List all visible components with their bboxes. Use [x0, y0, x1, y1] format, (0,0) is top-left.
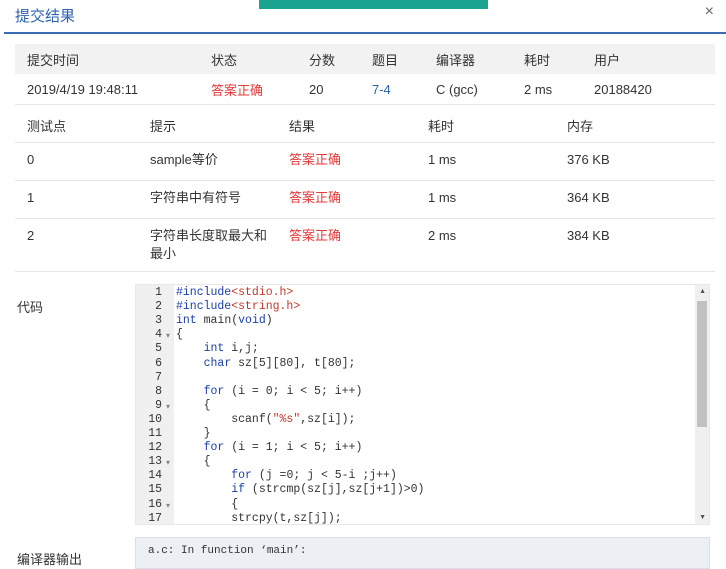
- testcase-hint: 字符串长度取最大和最小: [150, 218, 289, 272]
- line-number: 6: [155, 356, 162, 370]
- submit-time: 2019/4/19 19:48:11: [15, 74, 211, 105]
- summary-row: 2019/4/19 19:48:11 答案正确 20 7-4 C (gcc) 2…: [15, 74, 715, 105]
- testcase-id: 2: [15, 218, 150, 272]
- code-label: 代码: [17, 300, 44, 315]
- line-number: 8: [155, 384, 162, 398]
- compiler-output-box: a.c: In function ‘main’:: [135, 537, 710, 569]
- score-value: 20: [309, 74, 372, 105]
- close-icon[interactable]: ×: [705, 4, 714, 20]
- dialog-header: 提交结果 ×: [4, 0, 726, 34]
- testcase-time: 1 ms: [428, 180, 567, 219]
- testcase-result: 答案正确: [289, 218, 428, 272]
- line-number: 16: [148, 497, 162, 511]
- table-row: 2 字符串长度取最大和最小 答案正确 2 ms 384 KB: [15, 218, 715, 272]
- header-time: 耗时: [428, 108, 567, 143]
- testcase-header-row: 测试点 提示 结果 耗时 内存: [15, 108, 715, 143]
- header-status: 状态: [211, 44, 309, 74]
- problem-link[interactable]: 7-4: [372, 74, 436, 105]
- code-line: {: [176, 328, 183, 342]
- testcase-time: 1 ms: [428, 142, 567, 181]
- testcase-table: 测试点 提示 结果 耗时 内存 0 sample等价 答案正确 1 ms 376…: [15, 108, 715, 272]
- elapsed-value: 2 ms: [524, 74, 594, 105]
- header-result: 结果: [289, 108, 428, 143]
- line-number: 7: [155, 370, 162, 384]
- code-line: #include<string.h>: [176, 300, 301, 314]
- line-number: 11: [148, 427, 162, 440]
- code-line: }: [176, 427, 211, 440]
- code-line: {: [176, 455, 211, 469]
- fold-arrow-icon[interactable]: ▾: [166, 501, 170, 510]
- code-line: {: [176, 398, 211, 412]
- header-memory: 内存: [567, 108, 715, 143]
- code-line: strcpy(t,sz[j]);: [176, 511, 342, 525]
- header-user: 用户: [594, 44, 715, 74]
- status-badge: 答案正确: [211, 74, 309, 105]
- testcase-memory: 384 KB: [567, 218, 715, 272]
- line-number: 9: [155, 398, 162, 412]
- scrollbar-thumb[interactable]: [697, 301, 707, 427]
- header-problem: 题目: [372, 44, 436, 74]
- header-elapsed: 耗时: [524, 44, 594, 74]
- line-number: 13: [148, 455, 162, 469]
- table-row: 0 sample等价 答案正确 1 ms 376 KB: [15, 142, 715, 181]
- testcase-memory: 364 KB: [567, 180, 715, 219]
- scroll-down-icon[interactable]: ▼: [699, 514, 706, 521]
- code-line: #include<stdio.h>: [176, 286, 294, 299]
- line-number: 10: [148, 412, 162, 426]
- code-line: char sz[5][80], t[80];: [203, 356, 356, 370]
- scroll-up-icon[interactable]: ▲: [699, 288, 706, 295]
- table-row: 1 字符串中有符号 答案正确 1 ms 364 KB: [15, 180, 715, 219]
- line-number: 1: [155, 286, 162, 299]
- header-testcase: 测试点: [15, 108, 150, 143]
- header-compiler: 编译器: [436, 44, 524, 74]
- submission-result-dialog: 提交结果 × 提交时间 状态 分数 题目 编译器 耗时 用户 2019/4/19…: [4, 0, 726, 569]
- compiler-output-label: 编译器输出: [17, 552, 83, 567]
- testcase-hint: sample等价: [150, 142, 289, 181]
- summary-header-row: 提交时间 状态 分数 题目 编译器 耗时 用户: [15, 44, 715, 74]
- testcase-memory: 376 KB: [567, 142, 715, 181]
- line-number: 12: [148, 441, 162, 455]
- user-value: 20188420: [594, 74, 715, 105]
- dialog-title: 提交结果: [15, 8, 76, 25]
- code-line: if (strcmp(sz[j],sz[j+1])>0): [231, 483, 425, 497]
- line-number: 17: [148, 511, 162, 525]
- fold-arrow-icon[interactable]: ▾: [166, 402, 170, 411]
- line-number: 15: [148, 483, 162, 497]
- line-number: 4: [155, 328, 162, 342]
- fold-arrow-icon[interactable]: ▾: [166, 458, 170, 467]
- line-number-gutter: 1 2 3 4 ▾ 5 6 7 8 9 ▾ 10 11 12 13 ▾ 14 15 16 ▾ 17: [136, 285, 174, 524]
- code-line: int i,j;: [203, 342, 259, 356]
- code-line: scanf("%s",sz[i]);: [176, 412, 356, 426]
- header-submit-time: 提交时间: [15, 44, 211, 74]
- testcase-hint: 字符串中有符号: [150, 180, 289, 219]
- testcase-time: 2 ms: [428, 218, 567, 272]
- line-number: 2: [155, 300, 162, 314]
- code-line: for (i = 1; i < 5; i++): [203, 441, 363, 455]
- code-line: for (j =0; j < 5-i ;j++): [231, 469, 397, 483]
- header-hint: 提示: [150, 108, 289, 143]
- code-editor[interactable]: 1 2 3 4 ▾ 5 6 7 8 9 ▾ 10 11 12 13 ▾ 14 15 16 ▾ 17 #include<s…: [135, 284, 710, 525]
- line-number: 14: [148, 469, 162, 483]
- header-score: 分数: [309, 44, 372, 74]
- testcase-id: 0: [15, 142, 150, 181]
- fold-arrow-icon[interactable]: ▾: [166, 331, 170, 340]
- testcase-id: 1: [15, 180, 150, 219]
- testcase-result: 答案正确: [289, 142, 428, 181]
- compiler-value: C (gcc): [436, 74, 524, 105]
- line-number: 3: [155, 314, 162, 328]
- code-line: for (i = 0; i < 5; i++): [203, 384, 363, 398]
- editor-scrollbar[interactable]: ▲ ▼: [695, 285, 709, 524]
- summary-table: 提交时间 状态 分数 题目 编译器 耗时 用户 2019/4/19 19:48:…: [15, 44, 715, 105]
- line-number: 5: [155, 342, 162, 356]
- code-line: int main(void): [176, 314, 273, 328]
- compiler-output-text: a.c: In function ‘main’:: [148, 545, 307, 557]
- testcase-result: 答案正确: [289, 180, 428, 219]
- code-line: {: [176, 497, 239, 511]
